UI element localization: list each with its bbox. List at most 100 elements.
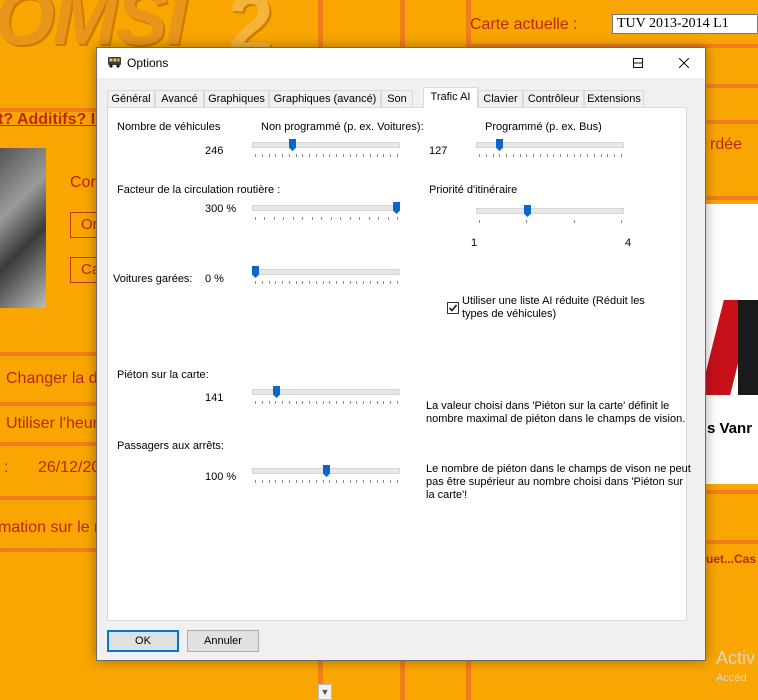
divider-line [706,490,758,494]
slider-tick [255,480,256,483]
slider-tick [282,281,283,284]
con-text: Cor [70,174,96,191]
slider-thumb[interactable] [289,139,296,151]
reduced-ai-list-label-2[interactable]: types de véhicules) [462,308,556,320]
slider-ticks [255,154,398,158]
slider-track[interactable] [252,205,400,211]
uet-text[interactable]: uet...Cas [706,552,756,566]
slider-ticks [479,220,622,224]
slider-thumb[interactable] [252,266,259,278]
slider-tick [302,480,303,483]
slider-tick [316,281,317,284]
slider-tick [262,154,263,157]
slider-tick [567,154,568,157]
cancel-button[interactable]: Annuler [187,630,259,652]
slider-tick [296,154,297,157]
pedestrians-slider[interactable] [252,386,400,408]
slider-tick [370,281,371,284]
vehicles-label: Nombre de véhicules [117,121,221,133]
slider-tick [282,154,283,157]
slider-tick [370,401,371,404]
slider-thumb[interactable] [524,205,531,217]
divider-line [0,548,96,552]
slider-track[interactable] [252,269,400,275]
maximize-icon [633,58,643,68]
slider-tick [390,281,391,284]
passengers-info-3: la carte'! [426,489,468,501]
passengers-info-2: pas être supérieur au nombre choisi dans… [426,476,684,488]
tab-graphics[interactable]: Graphiques [204,90,269,107]
slider-tick [312,217,313,220]
change-text[interactable]: Changer la d [6,370,98,388]
use-time-text[interactable]: Utiliser l'heur [6,415,98,433]
slider-tick [255,217,256,220]
non-scheduled-slider[interactable] [252,139,400,161]
slider-tick [356,154,357,157]
slider-tick [533,154,534,157]
route-priority-label: Priorité d'itinéraire [429,184,518,196]
pedestrians-value: 141 [205,392,224,404]
current-map-select[interactable]: TUV 2013-2014 L1 [612,14,758,34]
tab-sound[interactable]: Son [381,90,413,107]
slider-thumb[interactable] [393,202,400,214]
scroll-down-icon[interactable]: ▼ [318,684,332,700]
slider-tick [601,154,602,157]
slider-thumb[interactable] [273,386,280,398]
activate-windows-text: Activ [716,648,756,668]
slider-tick [336,401,337,404]
slider-tick [296,401,297,404]
slider-tick [316,480,317,483]
passengers-info-1: Le nombre de piéton dans le champs de vi… [426,463,691,475]
tab-general[interactable]: Général [107,90,155,107]
scheduled-slider[interactable] [476,139,624,161]
tab-controller[interactable]: Contrôleur [523,90,584,107]
question-text[interactable]: t? Additifs? Ir [0,111,101,129]
slider-tick [331,217,332,220]
non-scheduled-label: Non programmé (p. ex. Voitures): [261,121,424,133]
slider-thumb[interactable] [323,465,330,477]
slider-track[interactable] [252,142,400,148]
road-factor-label: Facteur de la circulation routière : [117,184,281,196]
route-priority-slider[interactable] [476,205,624,227]
reduced-ai-list-checkbox[interactable] [447,302,459,314]
tab-keyboard[interactable]: Clavier [478,90,523,107]
slider-ticks [255,217,398,221]
slider-tick [390,401,391,404]
slider-tick [540,154,541,157]
slider-tick [316,401,317,404]
slider-thumb[interactable] [496,139,503,151]
road-factor-slider[interactable] [252,202,400,224]
slider-tick [275,281,276,284]
slider-tick [390,480,391,483]
parked-cars-slider[interactable] [252,266,400,288]
dialog-titlebar[interactable]: Options [97,48,705,78]
slider-ticks [255,401,398,405]
slider-tick [289,401,290,404]
slider-tick [621,220,622,223]
slider-tick [377,480,378,483]
passengers-slider[interactable] [252,465,400,487]
close-button[interactable] [661,48,707,78]
slider-tick [316,154,317,157]
date-text: 26/12/20 [38,459,101,476]
slider-tick [350,480,351,483]
slider-tick [296,480,297,483]
ok-button[interactable]: OK [107,630,179,652]
slider-track[interactable] [476,208,624,214]
slider-tick [621,154,622,157]
slider-tick [293,217,294,220]
tab-ai-traffic[interactable]: Trafic AI [423,87,478,108]
reduced-ai-list-label-1[interactable]: Utiliser une liste AI réduite (Réduit le… [462,295,645,307]
divider-line [0,442,96,446]
slider-tick [526,154,527,157]
slider-tick [513,154,514,157]
tab-advanced[interactable]: Avancé [155,90,204,107]
tab-graphics-advanced[interactable]: Graphiques (avancé) [269,90,381,107]
slider-tick [329,401,330,404]
tab-extensions[interactable]: Extensions [584,90,644,107]
slider-tick [343,401,344,404]
slider-tick [614,154,615,157]
maximize-window-btn[interactable] [615,48,661,78]
slider-tick [336,281,337,284]
slider-tick [499,154,500,157]
